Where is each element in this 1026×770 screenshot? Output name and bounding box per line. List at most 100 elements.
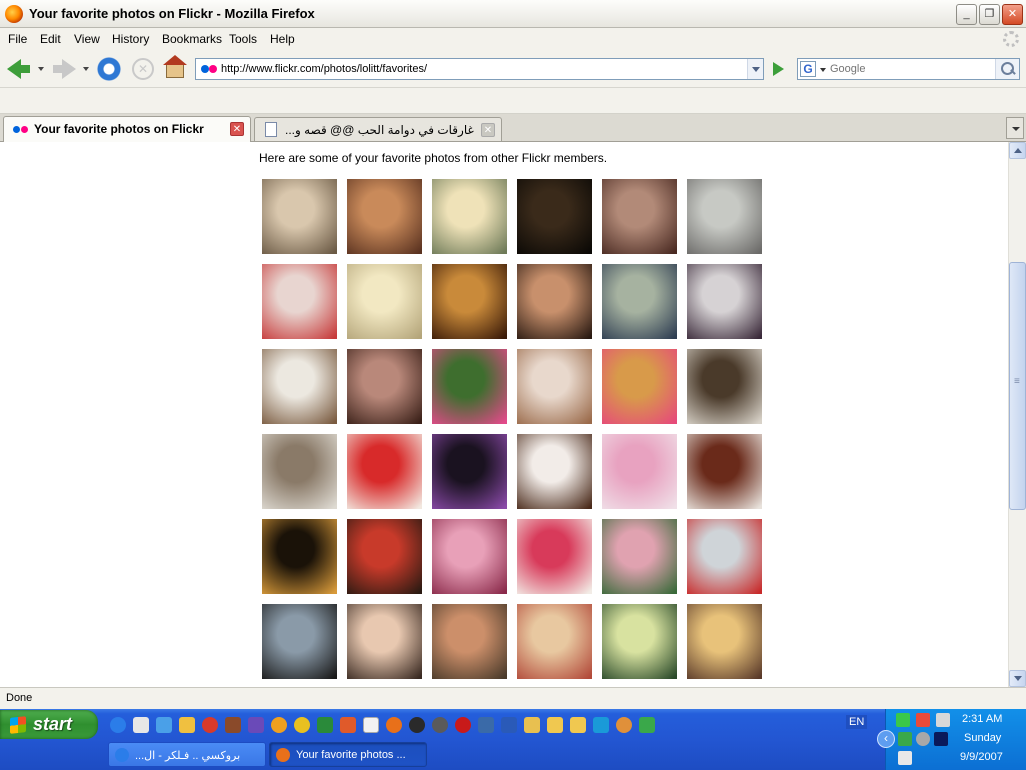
red-app-icon[interactable] (202, 717, 218, 733)
film-icon[interactable] (225, 717, 241, 733)
excel-icon[interactable] (317, 717, 333, 733)
mouse-icon[interactable] (898, 751, 912, 765)
photo-thumbnail-hands-face[interactable] (347, 349, 422, 424)
photo-thumbnail-desk-collage[interactable] (517, 604, 592, 679)
folder-icon[interactable] (570, 717, 586, 733)
photo-thumbnail-persian-cat[interactable] (262, 179, 337, 254)
photo-thumbnail-collage-red[interactable] (347, 519, 422, 594)
tab-close-icon[interactable]: ✕ (230, 122, 244, 136)
photo-thumbnail-park-child[interactable] (602, 604, 677, 679)
magnifier-icon[interactable] (995, 59, 1019, 79)
photo-thumbnail-pink-hat-girl[interactable] (602, 434, 677, 509)
start-button[interactable]: start (0, 710, 98, 739)
photo-thumbnail-cream-rose[interactable] (347, 264, 422, 339)
photo-thumbnail-seaside-figure[interactable] (262, 604, 337, 679)
pencil-icon[interactable] (179, 717, 195, 733)
engine-dropdown-icon[interactable] (820, 68, 826, 72)
go-arrow-icon[interactable] (767, 59, 789, 79)
firefox-quicklaunch-icon[interactable] (386, 717, 402, 733)
folder-icon[interactable] (524, 717, 540, 733)
back-history-dropdown-icon[interactable] (38, 67, 44, 71)
photo-thumbnail-butterfly-flowers[interactable] (432, 349, 507, 424)
photo-thumbnail-two-children[interactable] (602, 264, 677, 339)
folder-icon[interactable] (547, 717, 563, 733)
address-bar[interactable]: http://www.flickr.com/photos/lolitt/favo… (195, 58, 764, 80)
window-titlebar[interactable]: Your favorite photos on Flickr - Mozilla… (0, 0, 1026, 28)
photo-thumbnail-gold-heart[interactable] (262, 519, 337, 594)
menu-tools[interactable]: Tools (229, 32, 257, 46)
home-icon[interactable] (162, 55, 190, 82)
sync-icon[interactable] (898, 732, 912, 746)
language-indicator[interactable]: EN (846, 715, 868, 729)
photo-thumbnail-girl-teddy[interactable] (517, 434, 592, 509)
notepad-icon[interactable] (133, 717, 149, 733)
photo-thumbnail-sailboat-sea[interactable] (432, 179, 507, 254)
reload-icon[interactable] (95, 56, 123, 82)
photo-thumbnail-red-roses-doll[interactable] (347, 434, 422, 509)
google-engine-icon[interactable]: G (800, 61, 816, 77)
photo-thumbnail-silver-pendant[interactable] (347, 179, 422, 254)
photo-thumbnail-men-desert[interactable] (262, 349, 337, 424)
forward-history-dropdown-icon[interactable] (83, 67, 89, 71)
back-arrow-icon[interactable] (5, 56, 33, 82)
tray-expand-icon[interactable]: ‹ (877, 730, 895, 748)
photo-thumbnail-woman-face[interactable] (517, 264, 592, 339)
menu-file[interactable]: File (8, 32, 27, 46)
maximize-button[interactable]: ❐ (979, 4, 1000, 25)
search-input[interactable] (830, 60, 992, 78)
taskbar-item-firefox[interactable]: Your favorite photos ... (269, 742, 427, 767)
photo-thumbnail-doll-green-eyes[interactable] (432, 604, 507, 679)
photo-thumbnail-wedding-feet[interactable] (262, 434, 337, 509)
tab-close-icon[interactable]: ✕ (481, 123, 495, 137)
powerpoint-icon[interactable] (340, 717, 356, 733)
ie-icon[interactable] (110, 717, 126, 733)
volume-icon[interactable] (916, 732, 930, 746)
media-icon[interactable] (156, 717, 172, 733)
monitor-icon[interactable] (478, 717, 494, 733)
network-icon[interactable] (639, 717, 655, 733)
display-icon[interactable] (934, 732, 948, 746)
photo-thumbnail-bell-dark[interactable] (517, 179, 592, 254)
photo-thumbnail-baby-smile[interactable] (517, 349, 592, 424)
scroll-thumb[interactable] (1009, 262, 1026, 510)
photo-thumbnail-burj-night[interactable] (432, 434, 507, 509)
vertical-scrollbar[interactable] (1008, 142, 1026, 687)
photo-thumbnail-girl-hair[interactable] (687, 264, 762, 339)
photo-thumbnail-heart-cup[interactable] (687, 434, 762, 509)
photo-thumbnail-brown-eye[interactable] (432, 264, 507, 339)
dark-app-icon[interactable] (409, 717, 425, 733)
player-icon[interactable] (593, 717, 609, 733)
photo-thumbnail-boy-face[interactable] (687, 179, 762, 254)
photo-thumbnail-cyclists[interactable] (687, 604, 762, 679)
security-icon[interactable] (916, 713, 930, 727)
stop-icon[interactable]: ✕ (129, 56, 157, 82)
photo-thumbnail-red-splash[interactable] (687, 519, 762, 594)
word-icon[interactable] (501, 717, 517, 733)
photo-thumbnail-bride-dress[interactable] (687, 349, 762, 424)
search-bar[interactable]: G (797, 58, 1020, 80)
camera-icon[interactable] (432, 717, 448, 733)
red-circle-icon[interactable] (455, 717, 471, 733)
network-tray-icon[interactable] (936, 713, 950, 727)
taskbar-item-proxy[interactable]: ...بروكسي .. فـلكر - ال (108, 742, 266, 767)
yahoo-icon[interactable] (294, 717, 310, 733)
word-doc-icon[interactable] (363, 717, 379, 733)
photo-thumbnail-baby-red[interactable] (262, 264, 337, 339)
tab-favorites[interactable]: Your favorite photos on Flickr ✕ (3, 116, 251, 142)
messenger-icon[interactable] (271, 717, 287, 733)
photo-thumbnail-doll-face[interactable] (347, 604, 422, 679)
signal-icon[interactable] (896, 713, 910, 727)
menu-edit[interactable]: Edit (40, 32, 61, 46)
photo-thumbnail-red-rose-book[interactable] (517, 519, 592, 594)
forward-arrow-icon[interactable] (50, 56, 78, 82)
close-button[interactable]: ✕ (1002, 4, 1023, 25)
photo-thumbnail-doll-sign[interactable] (602, 179, 677, 254)
tab-list-dropdown-icon[interactable] (1006, 117, 1024, 139)
menu-help[interactable]: Help (270, 32, 295, 46)
scroll-up-icon[interactable] (1009, 142, 1026, 159)
photo-thumbnail-flower-frames[interactable] (602, 519, 677, 594)
winamp-icon[interactable] (248, 717, 264, 733)
minimize-button[interactable]: _ (956, 4, 977, 25)
address-dropdown-icon[interactable] (747, 59, 763, 79)
tab-story[interactable]: ...غارقات في دوامة الحب @@ قصه و ✕ (254, 117, 502, 141)
